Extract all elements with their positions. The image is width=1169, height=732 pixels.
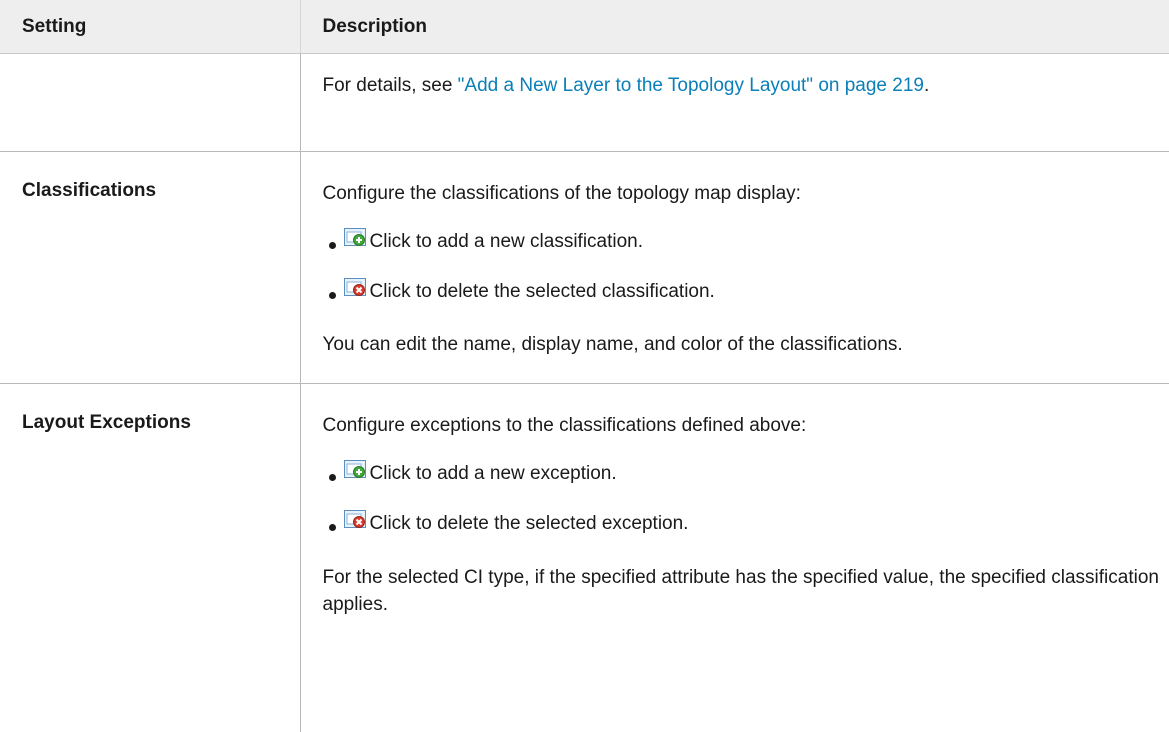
add-classification-text: Click to add a new classification. (370, 231, 644, 253)
settings-table: Setting Description For details, see "Ad… (0, 0, 1169, 732)
table-row: Layout Exceptions Configure exceptions t… (0, 384, 1169, 732)
delete-exception-text: Click to delete the selected exception. (370, 513, 689, 535)
bullet (329, 242, 336, 249)
add-icon (344, 460, 366, 480)
list-item: Click to add a new classification. (323, 227, 1169, 257)
list-item: Click to delete the selected classificat… (323, 277, 1169, 307)
setting-cell-layout-exceptions: Layout Exceptions (0, 384, 300, 732)
bullet (329, 474, 336, 481)
classifications-note: You can edit the name, display name, and… (323, 331, 1169, 358)
classifications-icon-list: Click to add a new classification. Click… (323, 227, 1169, 307)
setting-cell-empty (0, 54, 300, 152)
layout-exceptions-icon-list: Click to add a new exception. Click to d… (323, 459, 1169, 539)
table-header-row: Setting Description (0, 0, 1169, 54)
table-row: Classifications Configure the classifica… (0, 152, 1169, 384)
bullet (329, 524, 336, 531)
details-period: . (924, 75, 929, 96)
description-cell: For details, see "Add a New Layer to the… (300, 54, 1169, 152)
delete-classification-text: Click to delete the selected classificat… (370, 281, 715, 303)
delete-icon (344, 510, 366, 530)
details-text: For details, see (323, 75, 458, 96)
bullet (329, 292, 336, 299)
add-layer-link[interactable]: "Add a New Layer to the Topology Layout"… (458, 75, 924, 96)
header-setting: Setting (0, 0, 300, 54)
add-icon (344, 228, 366, 248)
setting-cell-classifications: Classifications (0, 152, 300, 384)
delete-icon (344, 278, 366, 298)
table-row: For details, see "Add a New Layer to the… (0, 54, 1169, 152)
add-exception-text: Click to add a new exception. (370, 463, 617, 485)
list-item: Click to delete the selected exception. (323, 509, 1169, 539)
layout-exceptions-note: For the selected CI type, if the specifi… (323, 564, 1169, 618)
header-description: Description (300, 0, 1169, 54)
classifications-intro: Configure the classifications of the top… (323, 180, 1169, 207)
description-cell: Configure the classifications of the top… (300, 152, 1169, 384)
list-item: Click to add a new exception. (323, 459, 1169, 489)
description-cell: Configure exceptions to the classificati… (300, 384, 1169, 732)
layout-exceptions-intro: Configure exceptions to the classificati… (323, 412, 1169, 439)
